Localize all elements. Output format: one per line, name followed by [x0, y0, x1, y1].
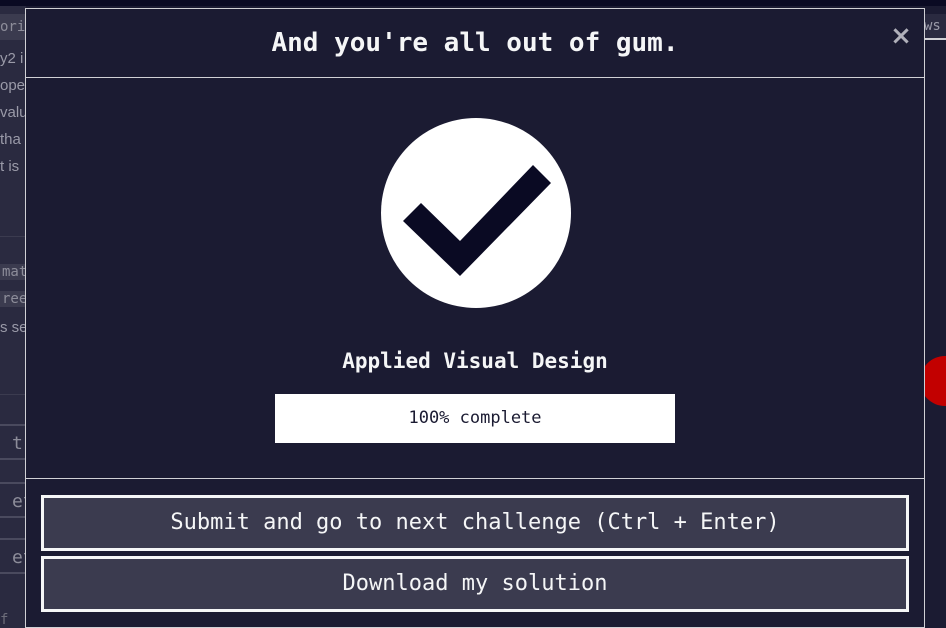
- download-solution-button[interactable]: Download my solution: [41, 556, 909, 612]
- divider: [0, 394, 26, 395]
- instruction-text: y2 i: [0, 50, 24, 67]
- test-field: et: [0, 482, 26, 518]
- instruction-text: tha: [0, 131, 21, 148]
- modal-header: And you're all out of gum. ×: [26, 9, 924, 78]
- tutorial-tab[interactable]: oria: [0, 14, 26, 40]
- instruction-text: ope: [0, 77, 26, 94]
- close-icon[interactable]: ×: [890, 23, 912, 49]
- footer-divider: [26, 478, 924, 479]
- test-field: et: [0, 538, 26, 574]
- modal-title: And you're all out of gum.: [271, 28, 679, 58]
- top-bar: [0, 0, 946, 6]
- instruction-text: s se: [0, 319, 26, 336]
- code-snippet: mat: [0, 264, 26, 280]
- preview-panel: ws: [920, 6, 946, 628]
- submit-next-button[interactable]: Submit and go to next challenge (Ctrl + …: [41, 495, 909, 551]
- code-snippet: ree: [0, 291, 26, 307]
- completion-modal: And you're all out of gum. × Applied Vis…: [25, 8, 925, 628]
- preview-tab[interactable]: ws: [924, 14, 946, 40]
- progress-label: 100% complete: [408, 408, 542, 428]
- check-circle-icon: [381, 118, 571, 308]
- course-title: Applied Visual Design: [342, 349, 608, 373]
- progress-bar: 100% complete: [275, 394, 675, 443]
- instruction-text: t is: [0, 158, 20, 175]
- divider: [0, 236, 26, 237]
- test-field: t: [0, 424, 26, 460]
- instruction-text: valu: [0, 104, 26, 121]
- instructions-panel: oria y2 i ope valu tha t is mat ree s se…: [0, 6, 26, 628]
